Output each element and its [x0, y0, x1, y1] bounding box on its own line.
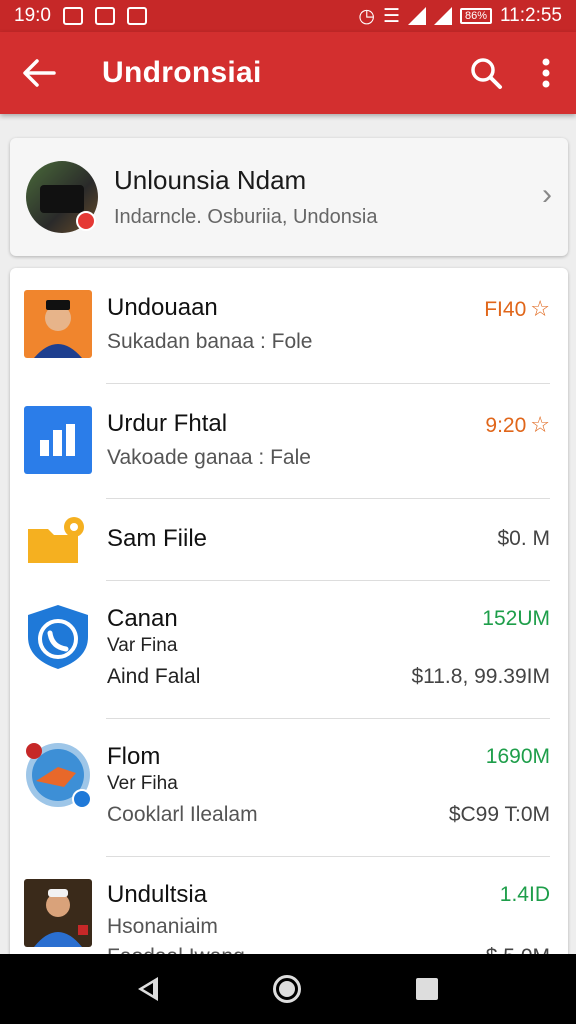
back-arrow-icon[interactable]	[0, 32, 78, 114]
item-subtitle: Sukadan banaa : Fole	[107, 330, 313, 353]
item-size: 152UM	[482, 607, 550, 630]
item-subtitle: Vakoade ganaa : Fale	[107, 446, 311, 469]
person-photo-icon	[24, 290, 92, 358]
nav-recents-icon[interactable]	[416, 978, 439, 1000]
item-amount: 9:20	[485, 414, 527, 437]
bar-chart-icon	[24, 406, 92, 474]
status-clock: 11:2:55	[500, 5, 562, 26]
person-photo-icon	[24, 879, 92, 947]
item-detail: Aind Falal	[107, 665, 201, 688]
search-icon[interactable]	[456, 32, 516, 114]
list-item[interactable]: Undouaan Sukadan banaa : Fole FI40 ☆	[10, 268, 568, 384]
item-size: 1690M	[485, 745, 550, 768]
notification-icon	[62, 7, 83, 25]
list-item[interactable]: Undultsia Hsonaniaim Faodaal Iwang 1.4ID…	[10, 857, 568, 958]
app-bar: Undronsiai	[0, 32, 576, 114]
file-list: Undouaan Sukadan banaa : Fole FI40 ☆ Urdu…	[10, 268, 568, 958]
item-subtitle: Hsonaniaim	[107, 915, 218, 938]
battery-icon: 86%	[459, 8, 493, 24]
list-item[interactable]: Sam Fiile $0. M	[10, 499, 568, 581]
star-icon[interactable]: ☆	[530, 412, 550, 437]
folder-settings-icon	[28, 517, 84, 563]
drive-icon	[126, 7, 147, 25]
item-amount: $0. M	[497, 527, 550, 550]
list-item[interactable]: Flom Ver Fiha Cooklarl Ilealam 1690M $C9…	[10, 719, 568, 857]
landscape-app-icon	[26, 743, 92, 809]
signal-icon	[407, 7, 426, 25]
wifi-icon: ☰	[382, 5, 400, 27]
item-detail: Cooklarl Ilealam	[107, 803, 258, 826]
alarm-icon: ◷	[358, 5, 375, 27]
more-options-icon[interactable]	[516, 32, 576, 114]
item-amount: $11.8, 99.39IM	[411, 665, 550, 688]
list-item[interactable]: Urdur Fhtal Vakoade ganaa : Fale 9:20 ☆	[10, 384, 568, 499]
image-icon	[94, 7, 115, 25]
page-title: Undronsiai	[102, 56, 262, 89]
item-subtitle: Ver Fiha	[107, 773, 178, 794]
item-title: Undouaan	[107, 294, 218, 321]
phone-shield-icon	[28, 605, 88, 669]
item-amount: $C99 T:0M	[448, 803, 550, 826]
profile-subtitle: Indarncle. Osburiia, Undonsia	[114, 206, 378, 228]
item-title: Sam Fiile	[107, 525, 208, 552]
item-amount: FI40	[484, 298, 527, 321]
item-title: Undultsia	[107, 881, 208, 908]
star-icon[interactable]: ☆	[530, 296, 550, 321]
nav-back-icon[interactable]	[137, 977, 158, 1001]
signal-icon-2	[433, 7, 452, 25]
status-bar: 19:0 ◷ ☰ 86% 11:2:55	[0, 0, 576, 32]
list-item[interactable]: Canan Var Fina Aind Falal 152UM $11.8, 9…	[10, 581, 568, 719]
avatar	[26, 161, 98, 233]
item-title: Urdur Fhtal	[107, 410, 228, 437]
item-subtitle: Var Fina	[107, 635, 178, 656]
item-title: Canan	[107, 605, 178, 632]
nav-home-icon[interactable]	[272, 975, 301, 1003]
profile-name: Unlounsia Ndam	[114, 165, 307, 195]
avatar-badge-icon	[76, 211, 96, 231]
item-size: 1.4ID	[499, 883, 550, 906]
chevron-right-icon: ›	[542, 178, 552, 211]
navigation-bar	[0, 954, 576, 1024]
profile-card[interactable]: Unlounsia Ndam Indarncle. Osburiia, Undo…	[10, 138, 568, 256]
item-title: Flom	[107, 743, 161, 770]
status-time: 19:0	[14, 5, 51, 26]
